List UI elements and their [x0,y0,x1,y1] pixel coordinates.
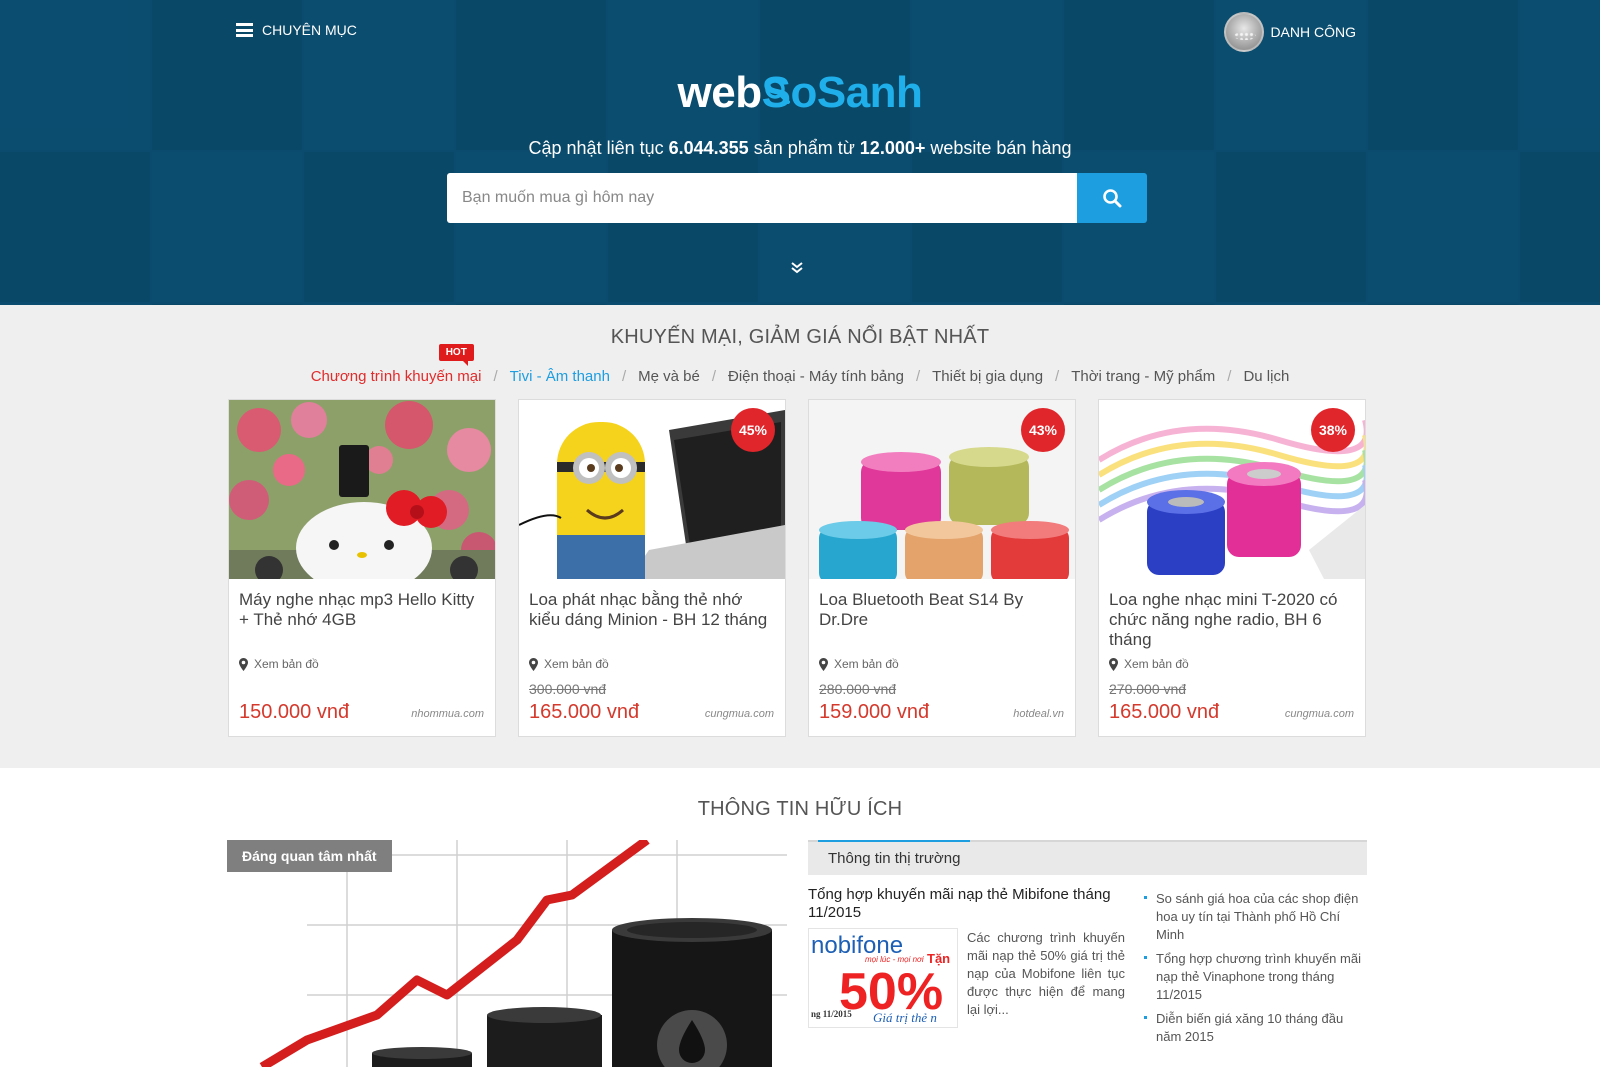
hot-badge: HOT [438,344,474,366]
info-title: THÔNG TIN HỮU ÍCH [697,798,903,820]
category-menu-button[interactable]: CHUYÊN MỤC [236,22,357,38]
map-link[interactable]: Xem bản đồ [239,657,319,671]
old-price: 300.000 vnđ [529,681,607,697]
svg-text:ng 11/2015: ng 11/2015 [811,1009,852,1019]
product-image[interactable] [229,400,495,579]
related-article-link[interactable]: Tổng hợp chương trình khuyến mãi nạp thẻ… [1144,950,1367,1004]
featured-tag: Đáng quan tâm nhất [227,840,392,872]
product-price: 165.000 vnđ [1109,701,1220,723]
product-card[interactable]: 43% Loa Bluetooth Beat S14 By Dr.Dre Xem… [808,399,1076,737]
tab-market-info[interactable]: Thông tin thị trường [818,840,971,875]
category-promotion[interactable]: Chương trình khuyến mại HOT [311,344,481,385]
svg-text:Giá trị thẻ n: Giá trị thẻ n [873,1010,937,1025]
chevron-double-down-icon[interactable] [789,260,805,276]
related-article-link[interactable]: So sánh giá hoa của các shop điện hoa uy… [1144,890,1367,944]
product-name[interactable]: Loa nghe nhạc mini T-2020 có chức năng n… [1109,590,1353,650]
product-price: 159.000 vnđ [819,701,930,723]
site-logo[interactable]: webSo Sanh [0,64,1600,122]
product-count: 6.044.355 [668,138,749,158]
avatar [1224,12,1265,52]
product-price: 150.000 vnđ [239,701,350,723]
market-info-panel: Thông tin thị trường Tổng hợp khuyến mãi… [808,840,1367,1067]
website-count: 12.000+ [859,138,926,158]
logo-web-text: web [677,68,763,117]
old-price: 270.000 vnđ [1109,681,1187,697]
logo-so-text: So [761,68,818,117]
product-card[interactable]: 38% Loa nghe nhạc mini T-2020 có chức nă… [1098,399,1366,737]
promo-title: KHUYẾN MẠI, GIẢM GIÁ NỔI BẬT NHẤT [610,326,990,348]
discount-badge: 45% [731,408,775,452]
product-source: nhommua.com [411,708,484,720]
logo-sanh-text: Sanh [816,68,923,117]
related-articles: So sánh giá hoa của các shop điện hoa uy… [1144,890,1367,1052]
discount-badge: 43% [1021,408,1065,452]
old-price: 280.000 vnđ [819,681,897,697]
product-source: cungmua.com [1284,708,1354,720]
related-article-link[interactable]: Diễn biến giá xăng 10 tháng đầu năm 2015 [1144,1010,1367,1046]
oil-price-chart-image [227,840,787,1067]
map-link[interactable]: Xem bản đồ [1109,657,1189,671]
hero-banner: CHUYÊN MỤC DANH CÔNG webSo Sanh Cập nhật … [0,0,1600,305]
product-card[interactable]: Máy nghe nhạc mp3 Hello Kitty + Thẻ nhớ … [228,399,496,737]
magnifier-logo-icon [764,79,790,104]
product-price: 165.000 vnđ [529,701,640,723]
search-button[interactable] [1077,173,1147,223]
market-tab-bar: Thông tin thị trường [808,840,1367,875]
user-name: DANH CÔNG [1270,24,1356,40]
map-link[interactable]: Xem bản đồ [819,657,899,671]
featured-article[interactable]: Đáng quan tâm nhất [227,840,787,1067]
category-mom-baby[interactable]: Mẹ và bé [638,368,700,385]
map-pin-icon [529,657,538,671]
map-pin-icon [239,657,248,671]
product-cards: Máy nghe nhạc mp3 Hello Kitty + Thẻ nhớ … [228,399,1366,737]
product-name[interactable]: Máy nghe nhạc mp3 Hello Kitty + Thẻ nhớ … [239,590,483,630]
promo-category-nav: Chương trình khuyến mại HOT / Tivi - Âm tha… [0,344,1600,385]
product-name[interactable]: Loa phát nhạc bằng thẻ nhớ kiểu dáng Min… [529,590,773,630]
map-pin-icon [819,657,828,671]
category-menu-label: CHUYÊN MỤC [262,22,357,38]
article-description: Các chương trình khuyến mãi nạp thẻ 50% … [967,930,1125,1017]
article-thumbnail[interactable]: nobifone mọi lúc - mọi nơi Tặn 50% ng 11… [808,928,958,1028]
product-source: hotdeal.vn [1013,708,1064,720]
map-pin-icon [1109,657,1118,671]
category-phone-tablet[interactable]: Điện thoại - Máy tính bảng [728,368,904,385]
info-section: THÔNG TIN HỮU ÍCH Đáng quan tâm nhất Thô… [0,768,1600,1067]
category-appliances[interactable]: Thiết bị gia dụng [932,368,1043,385]
product-image[interactable]: 43% [809,400,1075,579]
product-image[interactable]: 45% [519,400,785,579]
product-image[interactable]: 38% [1099,400,1365,579]
promo-section: KHUYẾN MẠI, GIẢM GIÁ NỔI BẬT NHẤT Chương… [0,305,1600,768]
user-account-button[interactable]: DANH CÔNG [1224,12,1356,52]
category-fashion-cosmetics[interactable]: Thời trang - Mỹ phẩm [1071,368,1215,385]
product-name[interactable]: Loa Bluetooth Beat S14 By Dr.Dre [819,590,1063,630]
discount-badge: 38% [1311,408,1355,452]
product-card[interactable]: 45% Loa phát nhạc bằng thẻ nhớ kiểu dáng… [518,399,786,737]
category-tv-audio[interactable]: Tivi - Âm thanh [510,368,610,385]
map-link[interactable]: Xem bản đồ [529,657,609,671]
product-source: cungmua.com [704,708,774,720]
search-icon [1103,189,1122,208]
search-bar [447,173,1147,223]
tagline: Cập nhật liên tục 6.044.355 sản phẩm từ … [528,138,1072,158]
category-travel[interactable]: Du lịch [1243,368,1289,385]
search-input[interactable] [447,173,1077,223]
article-title[interactable]: Tổng hợp khuyến mãi nạp thẻ Mibifone thá… [808,886,1128,922]
hamburger-icon [236,23,253,37]
